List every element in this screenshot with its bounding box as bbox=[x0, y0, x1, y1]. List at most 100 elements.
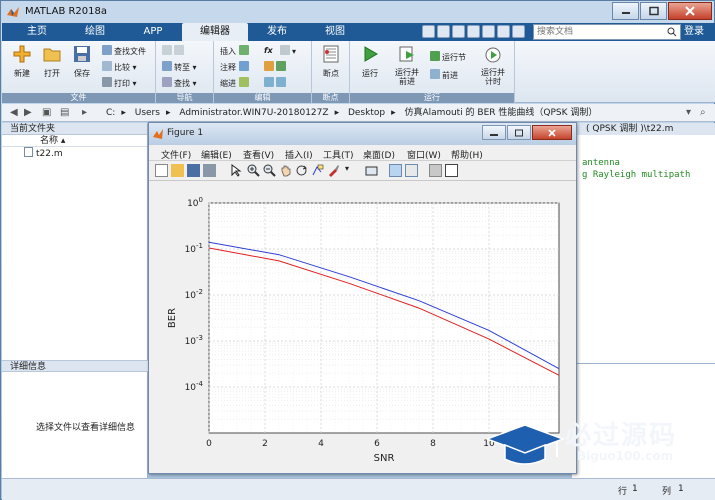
legend-icon[interactable] bbox=[405, 164, 418, 177]
advance-button[interactable]: 前进 bbox=[430, 69, 458, 81]
undo-quick-icon[interactable] bbox=[482, 25, 495, 38]
comment-toggle-button[interactable] bbox=[264, 61, 288, 73]
save-quick-icon[interactable] bbox=[422, 25, 435, 38]
forward-arrow-icon[interactable]: ▶ bbox=[24, 107, 32, 118]
copy-quick-icon[interactable] bbox=[452, 25, 465, 38]
comment-button[interactable]: 注释 bbox=[220, 61, 251, 73]
maximize-button[interactable] bbox=[640, 2, 667, 20]
brush-icon[interactable] bbox=[327, 164, 340, 177]
menu-desktop[interactable]: 桌面(D) bbox=[363, 148, 395, 161]
new-button[interactable]: 新建 bbox=[8, 44, 36, 79]
run-button[interactable]: 运行 bbox=[356, 44, 384, 79]
y-axis-label: BER bbox=[167, 308, 178, 328]
toolstrip-tabs: 主页 绘图 APP 编辑器 发布 视图 登录 bbox=[2, 23, 715, 41]
editor-file-tab[interactable]: ( QPSK 调制 )\t22.m bbox=[572, 123, 715, 135]
tab-apps[interactable]: APP bbox=[124, 23, 182, 41]
signin-link[interactable]: 登录 bbox=[684, 23, 704, 41]
redo-quick-icon[interactable] bbox=[497, 25, 510, 38]
print-figure-icon[interactable] bbox=[203, 164, 216, 177]
goto-button[interactable]: 转至 ▾ bbox=[162, 61, 197, 73]
back-arrow-icon[interactable]: ◀ bbox=[10, 107, 18, 118]
menu-file[interactable]: 文件(F) bbox=[161, 148, 191, 161]
x-tick-label: 8 bbox=[430, 439, 436, 449]
run-advance-button[interactable]: 运行并 前进 bbox=[390, 44, 424, 86]
breadcrumb-segment[interactable]: Administrator.WIN7U-20180127Z bbox=[179, 108, 328, 118]
breadcrumb-segment[interactable]: Desktop bbox=[348, 108, 385, 118]
print-button[interactable]: 打印 ▾ bbox=[102, 77, 137, 89]
run-time-button[interactable]: 运行并 计时 bbox=[476, 44, 510, 86]
tab-view[interactable]: 视图 bbox=[306, 23, 364, 41]
pan-hand-icon[interactable] bbox=[279, 164, 292, 177]
name-column-header[interactable]: 名称 ▴ bbox=[2, 135, 147, 147]
fx-button[interactable]: fx bbox=[264, 45, 273, 57]
save-figure-icon[interactable] bbox=[187, 164, 200, 177]
search-icon[interactable] bbox=[667, 27, 677, 37]
function-browser-button[interactable]: ▾ bbox=[280, 45, 296, 57]
tab-publish[interactable]: 发布 bbox=[248, 23, 306, 41]
menu-tools[interactable]: 工具(T) bbox=[323, 148, 354, 161]
rotate-3d-icon[interactable] bbox=[295, 164, 308, 177]
folder-open-icon bbox=[43, 48, 61, 62]
search-input[interactable] bbox=[534, 25, 654, 39]
open-file-icon[interactable] bbox=[171, 164, 184, 177]
compare-button[interactable]: 比较 ▾ bbox=[102, 61, 137, 73]
colorbar-icon[interactable] bbox=[389, 164, 402, 177]
close-button[interactable] bbox=[668, 2, 712, 20]
code-line[interactable]: antenna bbox=[572, 157, 715, 169]
find-button[interactable]: 查找 ▾ bbox=[162, 77, 197, 89]
paste-quick-icon[interactable] bbox=[467, 25, 480, 38]
breadcrumb-segment[interactable]: 仿真Alamouti 的 BER 性能曲线（QPSK 调制） bbox=[405, 108, 598, 118]
menu-insert[interactable]: 插入(I) bbox=[285, 148, 313, 161]
menu-view[interactable]: 查看(V) bbox=[243, 148, 274, 161]
figure-title-bar[interactable]: Figure 1 bbox=[149, 123, 576, 145]
help-quick-icon[interactable] bbox=[512, 25, 525, 38]
figure-maximize-button[interactable] bbox=[507, 125, 531, 140]
data-cursor-icon[interactable] bbox=[311, 164, 324, 177]
hide-plot-tools-icon[interactable] bbox=[429, 164, 442, 177]
brush-dropdown-icon[interactable]: ▾ bbox=[345, 164, 353, 177]
pointer-icon[interactable] bbox=[229, 164, 242, 177]
breakpoints-button[interactable]: 断点 bbox=[317, 44, 345, 79]
tab-plots[interactable]: 绘图 bbox=[66, 23, 124, 41]
current-folder-title: 当前文件夹 bbox=[2, 123, 147, 135]
indent-more-button[interactable] bbox=[264, 77, 288, 89]
tab-editor[interactable]: 编辑器 bbox=[182, 23, 248, 41]
indent-button[interactable]: 缩进 bbox=[220, 77, 251, 89]
zoom-in-icon[interactable] bbox=[247, 164, 260, 177]
breadcrumb-segment[interactable]: Users bbox=[135, 108, 160, 118]
minimize-icon bbox=[621, 12, 630, 14]
tab-home[interactable]: 主页 bbox=[8, 23, 66, 41]
menu-edit[interactable]: 编辑(E) bbox=[201, 148, 232, 161]
title-bar: MATLAB R2018a bbox=[1, 1, 715, 23]
close-icon bbox=[685, 6, 695, 16]
menu-window[interactable]: 窗口(W) bbox=[407, 148, 441, 161]
menu-help[interactable]: 帮助(H) bbox=[451, 148, 483, 161]
search-box[interactable] bbox=[533, 24, 681, 40]
breadcrumb-segment[interactable]: C: bbox=[106, 108, 115, 118]
path-dropdown-icon[interactable]: ▾ bbox=[686, 107, 691, 118]
folder-up-icon[interactable]: ▣ bbox=[42, 107, 51, 118]
link-plot-icon[interactable] bbox=[365, 164, 378, 177]
minimize-button[interactable] bbox=[612, 2, 639, 20]
cut-quick-icon[interactable] bbox=[437, 25, 450, 38]
figure-minimize-button[interactable] bbox=[482, 125, 506, 140]
file-item[interactable]: t22.m bbox=[2, 147, 147, 160]
nav-back-small[interactable] bbox=[162, 45, 186, 57]
run-section-button[interactable]: 运行节 bbox=[430, 51, 466, 63]
save-button[interactable]: 保存 bbox=[68, 44, 96, 79]
y-tick-label: 10-2 bbox=[185, 288, 203, 301]
open-button[interactable]: 打开 bbox=[38, 44, 66, 79]
navigate-group: 转至 ▾ 查找 ▾ 导航 bbox=[156, 41, 214, 103]
find-files-button[interactable]: 查找文件 bbox=[102, 45, 146, 57]
browse-folder-icon[interactable]: ▤ bbox=[60, 107, 69, 118]
percent-icon bbox=[264, 61, 274, 71]
x-tick-label: 0 bbox=[206, 439, 212, 449]
new-figure-icon[interactable] bbox=[155, 164, 168, 177]
wrap-icon bbox=[276, 61, 286, 71]
code-line[interactable]: g Rayleigh multipath bbox=[572, 169, 715, 181]
path-search-icon[interactable]: ⌕ bbox=[700, 107, 706, 118]
figure-close-button[interactable] bbox=[532, 125, 572, 140]
show-plot-tools-icon[interactable] bbox=[445, 164, 458, 177]
zoom-out-icon[interactable] bbox=[263, 164, 276, 177]
insert-button[interactable]: 插入 bbox=[220, 45, 251, 57]
